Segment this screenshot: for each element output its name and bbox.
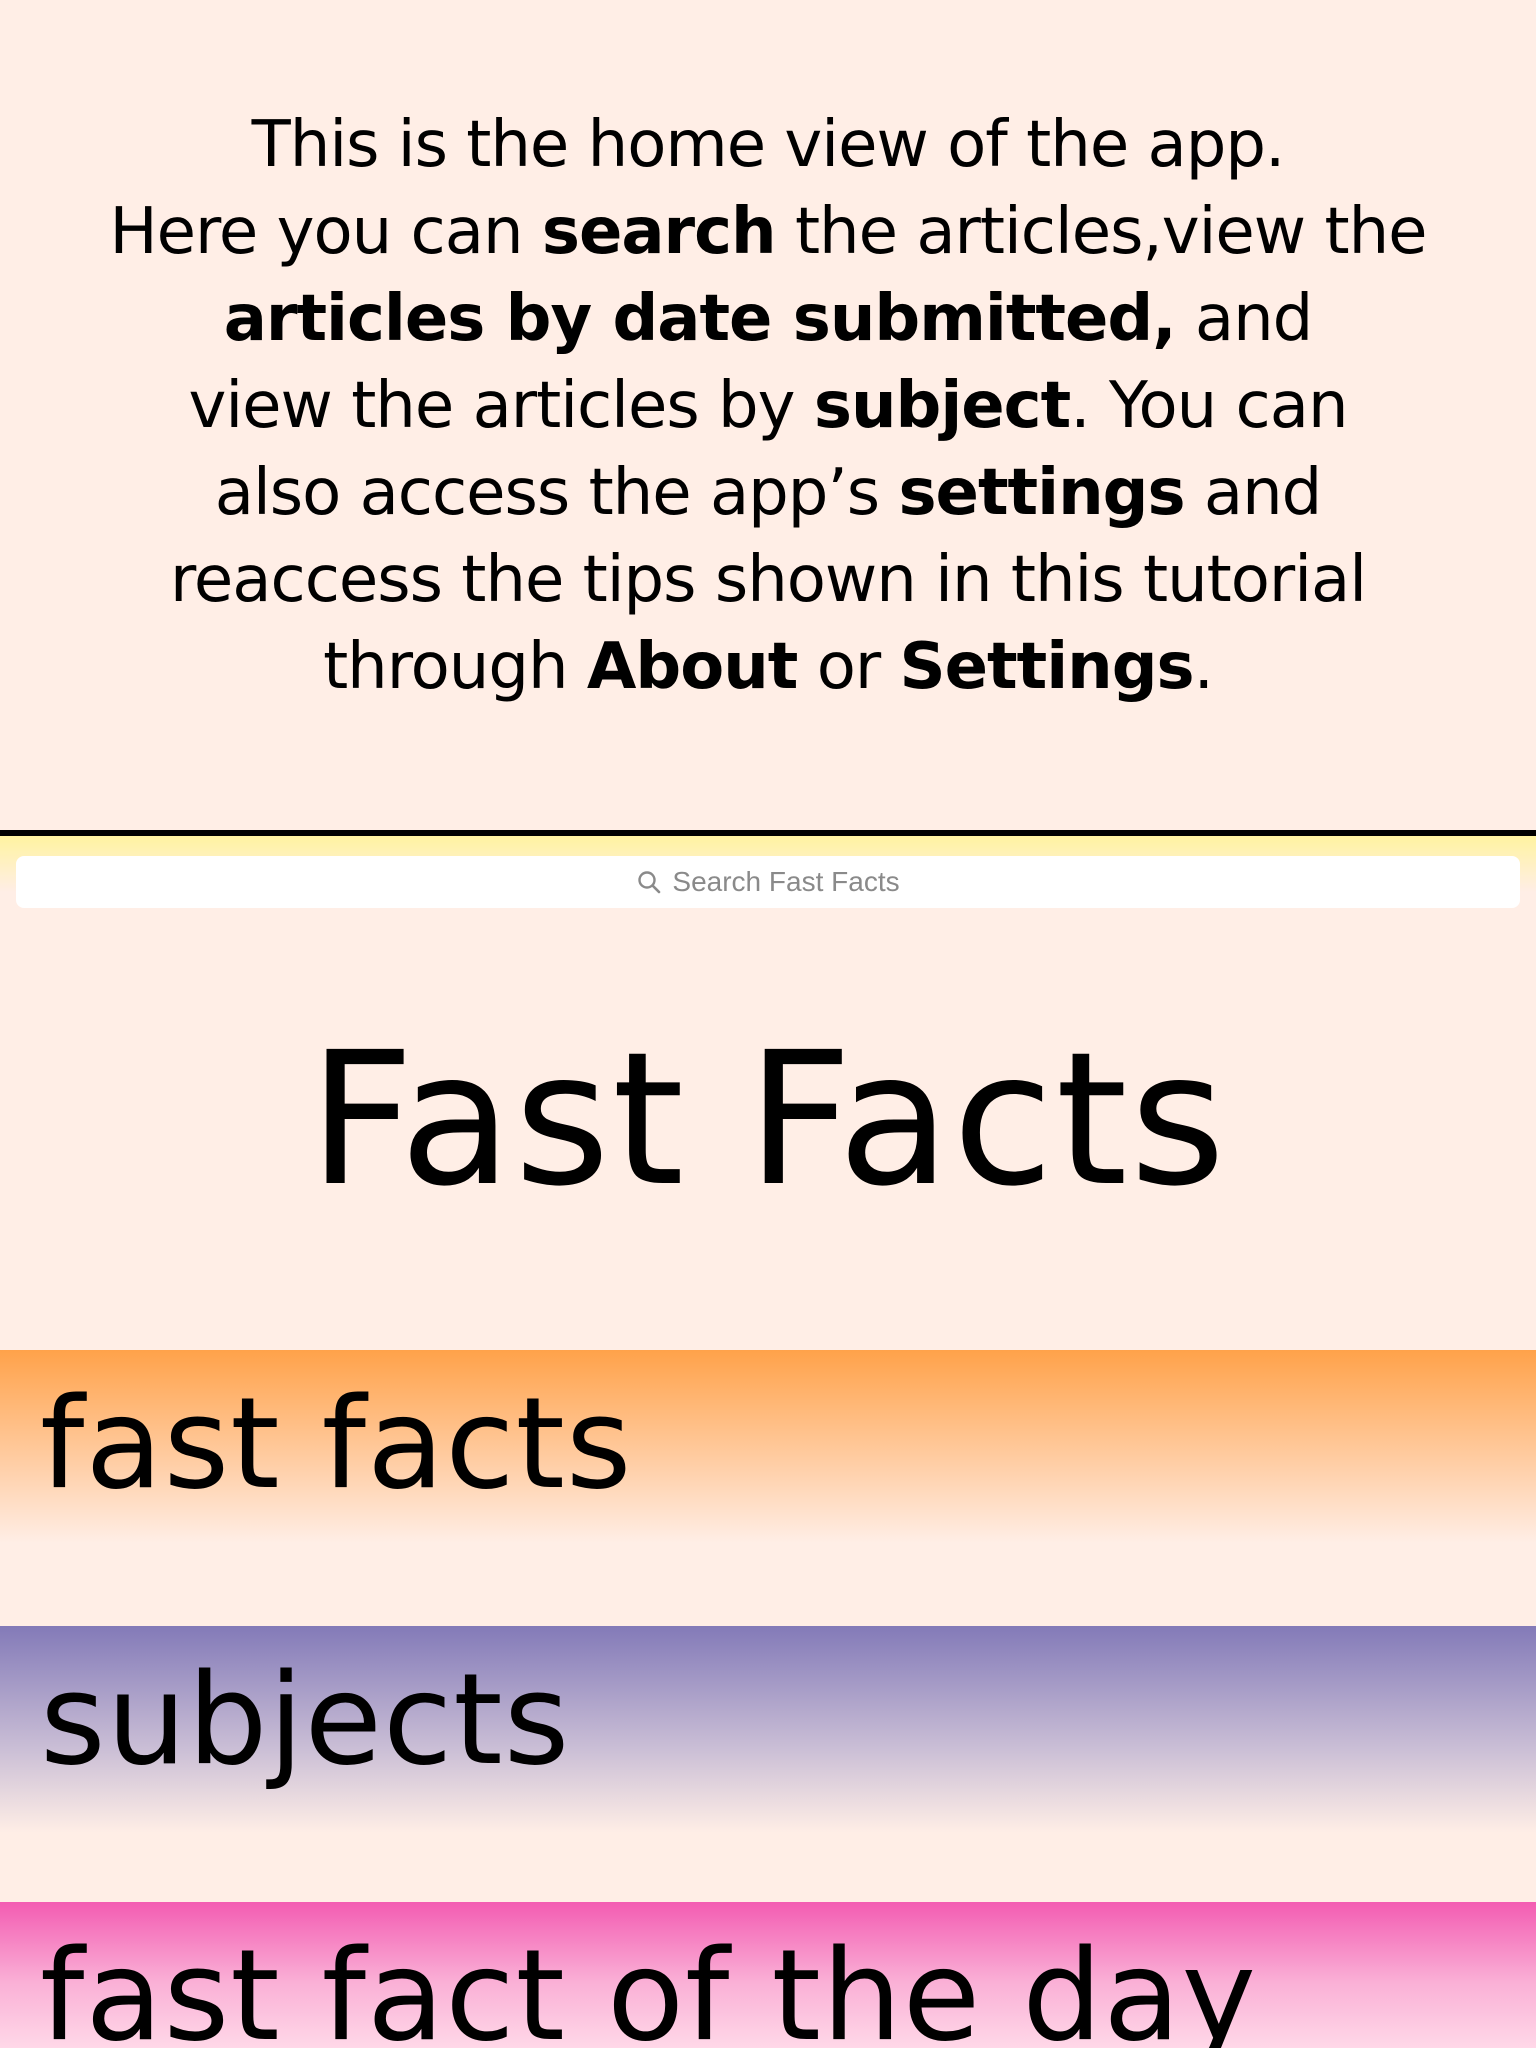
tutorial-line-2-prefix: Here you can	[109, 195, 542, 269]
tutorial-keyword-about: About	[586, 630, 798, 704]
section-fast-facts[interactable]: fast facts	[0, 1350, 1536, 1626]
section-fact-of-the-day[interactable]: fast fact of the day	[0, 1902, 1536, 2048]
tutorial-line-7-prefix: through	[323, 630, 587, 704]
tutorial-keyword-articles-by-date: articles by date submitted,	[223, 282, 1177, 356]
app-title: Fast Facts	[308, 1013, 1228, 1227]
search-icon	[636, 869, 662, 895]
tutorial-line-5-suffix: and	[1184, 456, 1322, 530]
search-input[interactable]: Search Fast Facts	[16, 856, 1520, 908]
tutorial-line-5-prefix: also access the app’s	[214, 456, 899, 530]
tutorial-text: This is the home view of the app. Here yo…	[60, 102, 1476, 711]
section-subjects-label: subjects	[40, 1646, 571, 1793]
tutorial-keyword-search: search	[541, 195, 777, 269]
search-bar: Search Fast Facts	[0, 836, 1536, 916]
tutorial-line-4-prefix: view the articles by	[188, 369, 814, 443]
tutorial-line-3-suffix: and	[1175, 282, 1313, 356]
search-placeholder: Search Fast Facts	[672, 866, 900, 897]
tutorial-line-2-suffix: the articles,view the	[775, 195, 1428, 269]
tutorial-keyword-subject: subject	[813, 369, 1071, 443]
tutorial-keyword-settings-2: Settings	[899, 630, 1195, 704]
tutorial-line-1: This is the home view of the app.	[251, 108, 1286, 182]
tutorial-line-7-mid: or	[797, 630, 900, 704]
tutorial-overlay: This is the home view of the app. Here yo…	[0, 0, 1536, 830]
tutorial-keyword-settings: settings	[898, 456, 1185, 530]
tutorial-line-4-suffix: . You can	[1070, 369, 1348, 443]
section-fact-of-the-day-label: fast fact of the day	[40, 1922, 1258, 2048]
section-subjects[interactable]: subjects	[0, 1626, 1536, 1902]
tutorial-line-7-suffix: .	[1193, 630, 1214, 704]
tutorial-line-6: reaccess the tips shown in this tutorial	[170, 543, 1367, 617]
section-fast-facts-label: fast facts	[40, 1370, 633, 1517]
